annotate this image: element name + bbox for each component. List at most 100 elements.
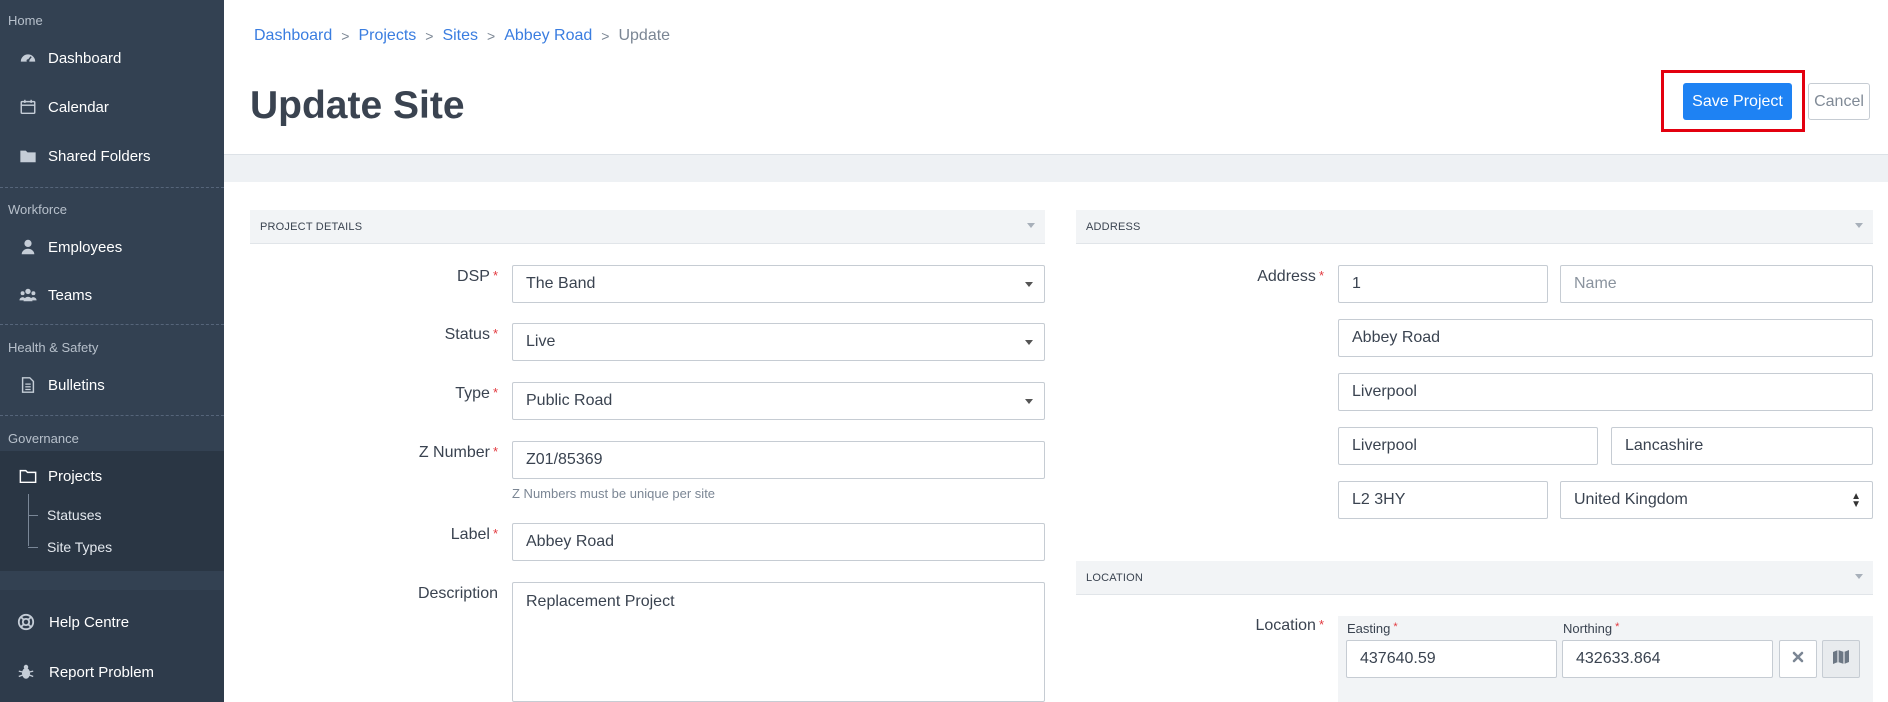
breadcrumb-dashboard[interactable]: Dashboard [254, 27, 332, 45]
breadcrumb-separator: > [487, 28, 496, 44]
location-header[interactable]: LOCATION [1076, 561, 1873, 595]
sidebar-tree-line [28, 494, 29, 546]
z-number-help: Z Numbers must be unique per site [512, 486, 716, 501]
required-marker: * [1393, 621, 1398, 633]
address-number-input[interactable]: 1 [1338, 265, 1548, 303]
z-number-input[interactable]: Z01/85369 [512, 441, 1045, 479]
folder-open-icon [18, 467, 38, 485]
location-label: Location * [1255, 617, 1324, 634]
chevron-down-icon [1025, 399, 1033, 404]
address-header[interactable]: ADDRESS [1076, 210, 1873, 244]
sidebar-item-label: Projects [48, 467, 103, 485]
status-select[interactable]: Live [512, 323, 1045, 361]
address-postcode-input[interactable]: L2 3HY [1338, 481, 1548, 519]
sidebar-item-teams[interactable]: Teams [0, 274, 224, 316]
collapse-caret-icon[interactable] [1855, 574, 1863, 579]
address-heading: ADDRESS [1086, 220, 1141, 233]
help-centre-label: Help Centre [49, 613, 130, 631]
sidebar-item-calendar[interactable]: Calendar [0, 86, 224, 128]
sidebar-item-label: Shared Folders [48, 147, 151, 165]
project-details-heading: PROJECT DETAILS [260, 220, 363, 233]
sidebar-subitem-site-types[interactable]: Site Types [47, 539, 112, 555]
required-marker: * [492, 385, 498, 400]
clear-location-button[interactable] [1779, 640, 1817, 678]
sidebar-item-label: Employees [48, 238, 123, 256]
z-number-label: Z Number * [418, 444, 498, 461]
sidebar: Home Dashboard Calendar Shared Folders W… [0, 0, 224, 702]
chevron-down-icon [1025, 340, 1033, 345]
status-label: Status * [444, 326, 498, 343]
help-centre-link[interactable]: Help Centre [0, 601, 224, 643]
sidebar-item-dashboard[interactable]: Dashboard [0, 37, 224, 79]
map-picker-button[interactable] [1822, 640, 1860, 678]
report-problem-link[interactable]: Report Problem [0, 651, 224, 693]
breadcrumb-abbey-road[interactable]: Abbey Road [504, 27, 592, 45]
label-label: Label * [450, 526, 498, 543]
breadcrumb-separator: > [341, 28, 350, 44]
breadcrumb-projects[interactable]: Projects [358, 27, 416, 45]
cancel-button[interactable]: Cancel [1808, 83, 1870, 120]
close-icon [1791, 650, 1805, 669]
breadcrumb: Dashboard > Projects > Sites > Abbey Roa… [254, 27, 670, 45]
northing-label: Northing * [1563, 621, 1620, 636]
dashboard-icon [18, 49, 38, 67]
easting-label: Easting * [1347, 621, 1398, 636]
sidebar-divider [0, 324, 224, 325]
sidebar-item-label: Calendar [48, 98, 109, 116]
sidebar-subitem-statuses[interactable]: Statuses [47, 507, 101, 523]
sidebar-item-shared-folders[interactable]: Shared Folders [0, 135, 224, 177]
location-heading: LOCATION [1086, 571, 1144, 584]
chevron-down-icon [1025, 282, 1033, 287]
sidebar-item-employees[interactable]: Employees [0, 226, 224, 268]
address-county-input[interactable]: Lancashire [1611, 427, 1873, 465]
address-town-input[interactable]: Liverpool [1338, 427, 1598, 465]
sidebar-item-label: Dashboard [48, 49, 122, 67]
page-title: Update Site [250, 84, 465, 127]
address-street-input[interactable]: Abbey Road [1338, 319, 1873, 357]
address-name-input[interactable]: Name [1560, 265, 1873, 303]
label-input[interactable]: Abbey Road [512, 523, 1045, 561]
easting-input[interactable]: 437640.59 [1346, 640, 1557, 678]
dsp-select[interactable]: The Band [512, 265, 1045, 303]
breadcrumb-separator: > [425, 28, 434, 44]
address-label: Address * [1257, 268, 1324, 285]
project-details-header[interactable]: PROJECT DETAILS [250, 210, 1045, 244]
select-arrows-icon: ▲ ▼ [1851, 491, 1861, 510]
sidebar-section-home: Home [8, 13, 43, 28]
save-project-button[interactable]: Save Project [1683, 83, 1792, 120]
users-icon [18, 286, 38, 304]
sidebar-item-bulletins[interactable]: Bulletins [0, 364, 224, 406]
sidebar-divider [0, 415, 224, 416]
address-locality-input[interactable]: Liverpool [1338, 373, 1873, 411]
description-label: Description [417, 585, 498, 602]
required-marker: * [492, 526, 498, 541]
sidebar-divider [0, 187, 224, 188]
sidebar-item-label: Teams [48, 286, 93, 304]
northing-input[interactable]: 432633.864 [1562, 640, 1773, 678]
folder-icon [18, 147, 38, 165]
description-textarea[interactable]: Replacement Project [512, 582, 1045, 702]
dsp-label: DSP * [457, 268, 498, 285]
breadcrumb-separator: > [601, 28, 610, 44]
collapse-caret-icon[interactable] [1855, 223, 1863, 228]
document-icon [18, 376, 38, 394]
sidebar-tree-line [28, 547, 38, 548]
collapse-caret-icon[interactable] [1027, 223, 1035, 228]
type-label: Type * [455, 385, 498, 402]
report-problem-label: Report Problem [49, 663, 155, 681]
sidebar-item-projects[interactable]: Projects [0, 455, 224, 497]
breadcrumb-sites[interactable]: Sites [442, 27, 478, 45]
sidebar-tree-line [28, 515, 38, 516]
lifebuoy-icon [16, 613, 36, 631]
sidebar-section-workforce: Workforce [8, 202, 67, 217]
user-icon [18, 238, 38, 256]
sidebar-section-health-safety: Health & Safety [8, 340, 99, 355]
required-marker: * [1318, 268, 1324, 283]
sidebar-item-label: Bulletins [48, 376, 105, 394]
bug-icon [16, 663, 36, 681]
address-country-select[interactable]: United Kingdom ▲ ▼ [1560, 481, 1873, 519]
map-icon [1832, 649, 1850, 670]
required-marker: * [492, 444, 498, 459]
sidebar-section-governance: Governance [8, 431, 79, 446]
type-select[interactable]: Public Road [512, 382, 1045, 420]
